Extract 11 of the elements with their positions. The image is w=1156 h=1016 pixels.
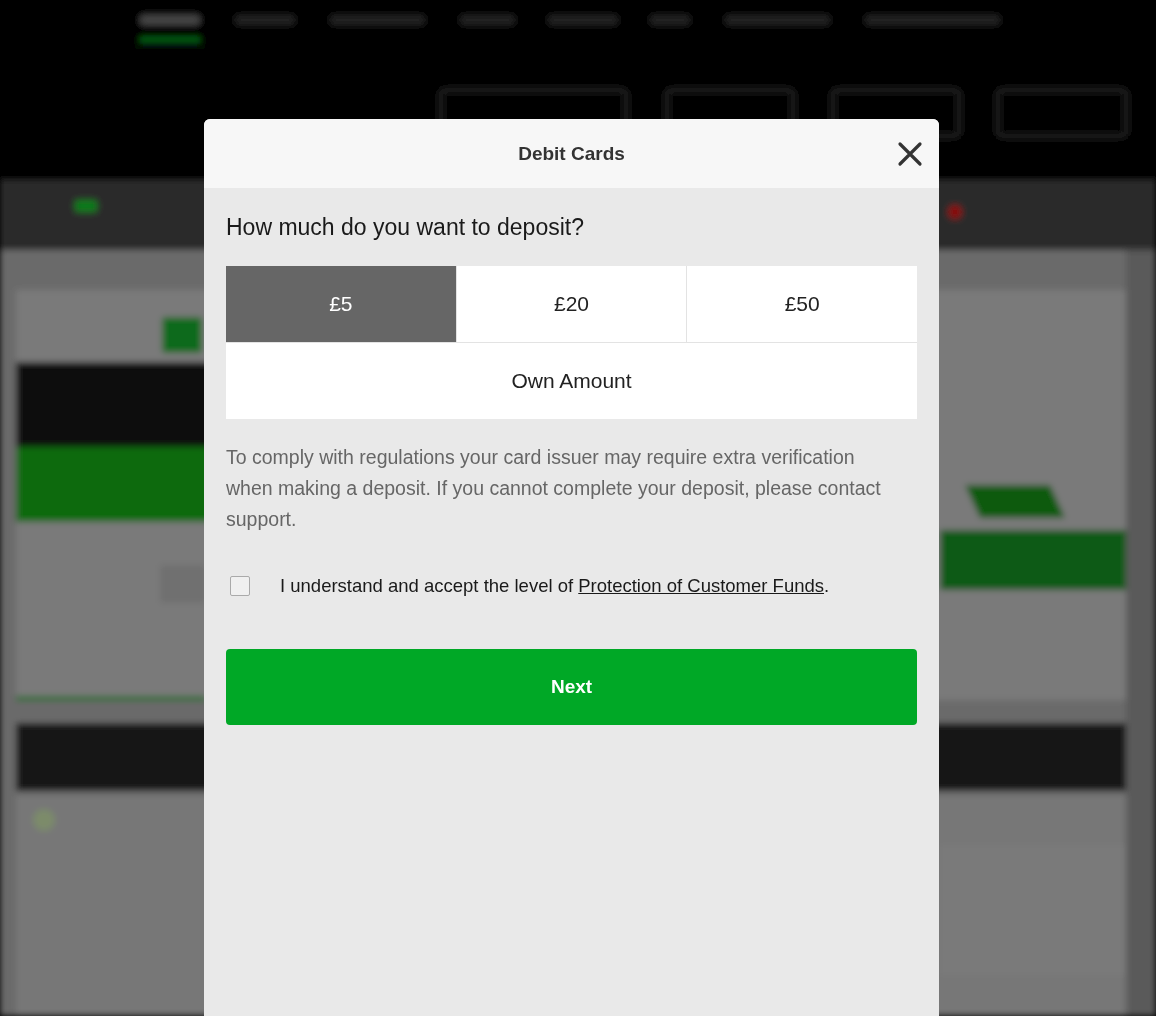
dialog-title: Debit Cards bbox=[518, 142, 625, 165]
checkbox[interactable] bbox=[230, 576, 250, 596]
amount-option[interactable]: £20 bbox=[456, 266, 687, 342]
consent-text: I understand and accept the level of Protection of Customer Funds. bbox=[280, 575, 830, 597]
close-icon[interactable] bbox=[897, 141, 923, 167]
customer-funds-link[interactable]: Protection of Customer Funds bbox=[578, 575, 824, 596]
amount-option[interactable]: £5 bbox=[226, 266, 456, 342]
own-amount-option[interactable]: Own Amount bbox=[226, 343, 917, 419]
amount-option[interactable]: £50 bbox=[687, 266, 917, 342]
regulation-notice: To comply with regulations your card issuer may require extra verification when making a deposit. If you cannot complete your deposit, please contact support. bbox=[226, 445, 882, 532]
deposit-question: How much do you want to deposit? bbox=[226, 214, 585, 241]
